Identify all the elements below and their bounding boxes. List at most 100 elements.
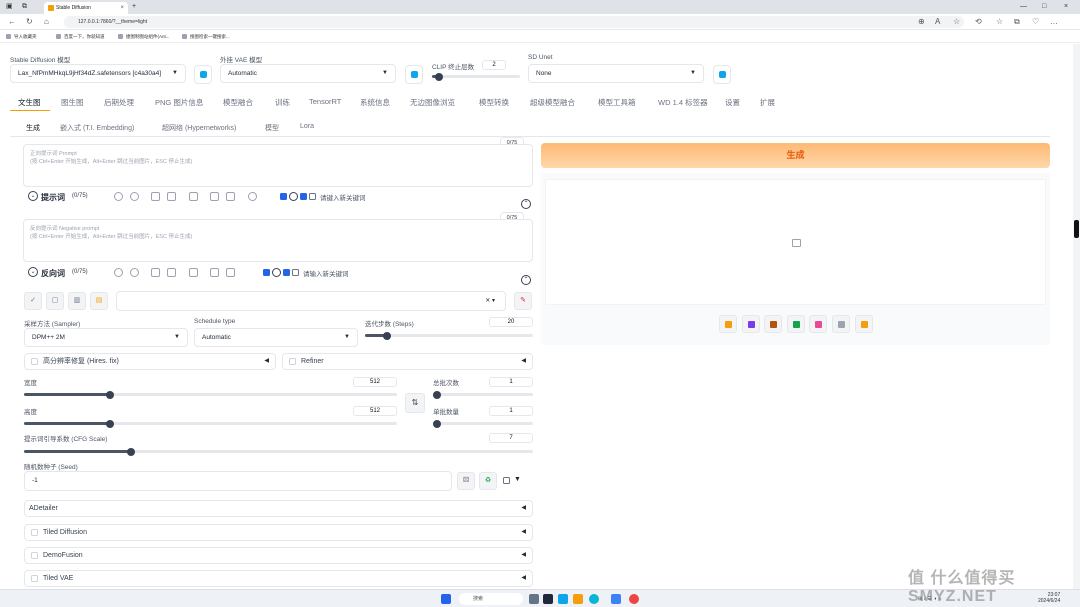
refresh-model-button[interactable] [194, 65, 212, 84]
browser-tab[interactable]: Stable Diffusion × [44, 2, 128, 14]
copy-icon[interactable] [210, 268, 219, 277]
clear-and-chevron-icon[interactable]: ✕ ▾ [485, 292, 495, 310]
batch-size-slider[interactable] [433, 419, 533, 428]
main-tab[interactable]: 无边图像浏览 [410, 97, 455, 108]
zip-icon[interactable] [764, 315, 783, 333]
hires-checkbox[interactable] [31, 358, 38, 365]
clock-icon[interactable] [289, 192, 298, 201]
task-view-icon[interactable] [529, 594, 539, 604]
negative-prompt-input[interactable]: 反向提示词 Negative prompt (按 Ctrl+Enter 开始生成… [23, 219, 533, 262]
checkbox-checked[interactable] [280, 193, 287, 200]
settings-icon[interactable] [130, 192, 139, 201]
bookmark-item[interactable]: 导入收藏夹 [6, 30, 37, 43]
close-tab-icon[interactable]: × [120, 2, 124, 14]
tiled-diffusion-accordion[interactable]: Tiled Diffusion ◀ [24, 524, 533, 541]
accordion-checkbox[interactable] [31, 529, 38, 536]
sparkle-icon[interactable] [854, 315, 873, 333]
styles-select[interactable]: ✕ ▾ [116, 291, 506, 311]
translate-icon[interactable] [114, 192, 123, 201]
accordion-checkbox[interactable] [31, 575, 38, 582]
schedule-select[interactable]: Automatic ▼ [194, 328, 358, 347]
clip-slider[interactable] [432, 72, 520, 81]
random-seed-dice-icon[interactable]: ⚄ [457, 472, 475, 490]
main-tab[interactable]: PNG 图片信息 [155, 97, 203, 108]
translate-icon[interactable] [114, 268, 123, 277]
clock-icon[interactable] [272, 268, 281, 277]
refiner-checkbox[interactable] [289, 358, 296, 365]
favorite-star-icon[interactable]: ☆ [953, 16, 960, 28]
taskbar-search[interactable]: 搜索 [459, 593, 523, 605]
grid-icon[interactable] [189, 192, 198, 201]
tiled-vae-accordion[interactable]: Tiled VAE ◀ [24, 570, 533, 587]
main-tab[interactable]: 后期处理 [104, 97, 134, 108]
hires-fix-accordion[interactable]: 高分辨率修复 (Hires. fix) ◀ [24, 353, 276, 370]
main-tab[interactable]: 文生图 [18, 97, 41, 108]
batch-size-input[interactable]: 1 [489, 406, 533, 416]
scrollbar-thumb[interactable] [1074, 220, 1079, 238]
bookmark-item[interactable]: 百度一下，你就知道 [56, 30, 105, 43]
cfg-input[interactable]: 7 [489, 433, 533, 443]
sub-tab[interactable]: Lora [300, 123, 314, 130]
width-input[interactable]: 512 [353, 377, 397, 387]
file-explorer-icon[interactable] [573, 594, 583, 604]
refiner-accordion[interactable]: Refiner ◀ [282, 353, 533, 370]
clip-value-input[interactable]: 2 [482, 60, 506, 70]
ruler-icon[interactable] [832, 315, 850, 333]
windows-start-icon[interactable] [441, 594, 451, 604]
checkbox-unchecked[interactable] [292, 269, 299, 276]
negative-collapse-icon[interactable]: ⌄ [28, 267, 38, 277]
app-icon[interactable] [611, 594, 621, 604]
paste-icon[interactable] [151, 268, 160, 277]
sub-tab[interactable]: 生成 [26, 123, 40, 133]
collections-icon[interactable]: ⧉ [1014, 16, 1020, 28]
back-icon[interactable]: ← [8, 16, 16, 28]
folder-icon[interactable] [719, 315, 737, 333]
refresh-unet-button[interactable] [713, 65, 731, 84]
profile-icon[interactable]: ▣ [6, 2, 13, 12]
negative-keyword-input[interactable]: 请输入新关键词 [303, 268, 349, 278]
new-tab-icon[interactable]: + [132, 2, 136, 12]
height-slider[interactable] [24, 419, 397, 428]
main-tab[interactable]: 系统信息 [360, 97, 390, 108]
extra-seed-checkbox[interactable] [503, 477, 510, 484]
sub-tab[interactable]: 模型 [265, 123, 279, 133]
output-gallery[interactable] [545, 179, 1046, 305]
seed-input[interactable]: -1 [24, 471, 452, 491]
home-icon[interactable]: ⌂ [44, 16, 49, 28]
batch-count-input[interactable]: 1 [489, 377, 533, 387]
width-slider[interactable] [24, 390, 397, 399]
url-input[interactable]: 127.0.0.1:7860/?__theme=light [64, 16, 964, 28]
demofusion-accordion[interactable]: DemoFusion ◀ [24, 547, 533, 564]
maximize-icon[interactable]: □ [1042, 2, 1046, 12]
sampler-select[interactable]: DPM++ 2M ▼ [24, 328, 188, 347]
accordion-checkbox[interactable] [31, 552, 38, 559]
grid-icon[interactable] [189, 268, 198, 277]
extensions-icon[interactable]: ⟲ [975, 16, 982, 28]
sub-tab[interactable]: 嵌入式 (T.I. Embedding) [60, 123, 134, 133]
palette-icon[interactable] [809, 315, 828, 333]
browser-essentials-icon[interactable]: ♡ [1032, 16, 1039, 28]
save-icon[interactable] [741, 315, 760, 333]
page-scrollbar[interactable] [1073, 44, 1080, 589]
model-select[interactable]: Lax_NfPmMHkqL9jHf34dZ.safetensors [c4a30… [10, 64, 186, 83]
prompt-collapse-icon[interactable]: ⌄ [28, 191, 38, 201]
tab-actions-icon[interactable]: ⧉ [22, 2, 27, 12]
cfg-slider[interactable] [24, 447, 533, 456]
prompt-input[interactable]: 正向提示词 Prompt (按 Ctrl+Enter 开始生成，Alt+Ente… [23, 144, 533, 187]
checkbox-checked[interactable] [263, 269, 270, 276]
read-aloud-icon[interactable]: A [935, 16, 940, 28]
trash-button[interactable]: ▥ [68, 292, 86, 310]
bookmark-item[interactable]: 搜图检索一键搜索... [182, 30, 230, 43]
paste-icon[interactable] [151, 192, 160, 201]
steps-slider[interactable] [365, 331, 533, 340]
sub-tab[interactable]: 超网络 (Hypernetworks) [162, 123, 236, 133]
main-tab[interactable]: 图生图 [61, 97, 84, 108]
edge-browser-icon[interactable] [589, 594, 599, 604]
generate-button[interactable]: 生成 [541, 143, 1050, 168]
edit-button[interactable]: ✓ [24, 292, 42, 310]
main-tab[interactable]: WD 1.4 标签器 [658, 97, 708, 108]
bookmark-icon[interactable] [167, 192, 176, 201]
reuse-seed-recycle-icon[interactable]: ♻ [479, 472, 497, 490]
checkbox-checked[interactable] [283, 269, 290, 276]
checkbox-unchecked[interactable] [309, 193, 316, 200]
